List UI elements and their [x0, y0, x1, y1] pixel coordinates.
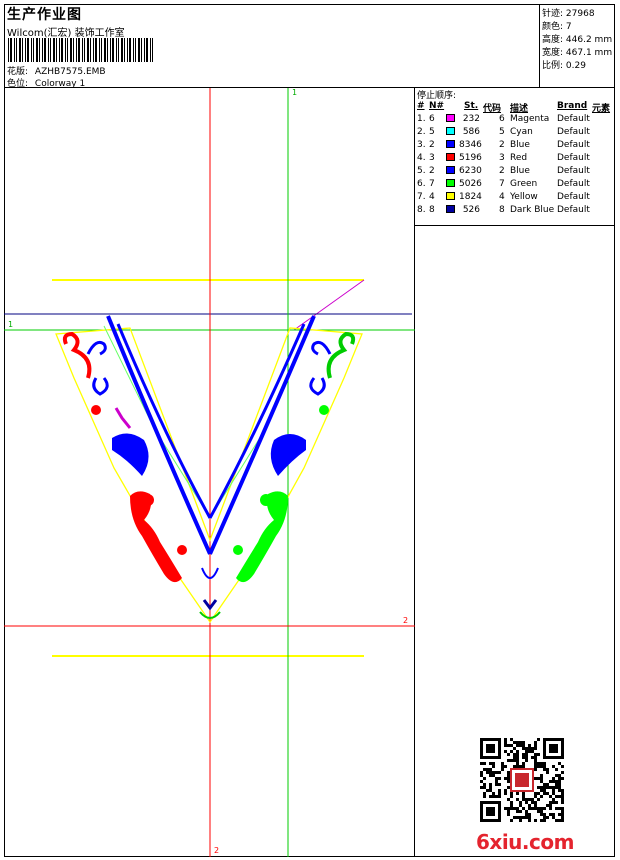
row-stitches: 5196: [459, 153, 482, 163]
color-swatch: [446, 153, 455, 161]
color-swatch: [446, 179, 455, 187]
row-n: 5: [429, 127, 435, 137]
spec-scale: 比例: 0.29: [542, 61, 586, 71]
row-stitches: 1824: [459, 192, 482, 202]
row-desc: Blue: [510, 140, 530, 150]
row-brand: Default: [557, 127, 590, 137]
guide-label-v1: 1: [292, 88, 298, 97]
table-row: 2. 5 586 5 Cyan Default: [415, 127, 615, 140]
spec-stitches: 针迹: 27968: [542, 9, 595, 19]
watermark-logo: 6xiu.com: [476, 830, 574, 854]
design-specs: 针迹: 27968 颜色: 7 高度: 446.2 mm 宽度: 467.1 m…: [540, 4, 615, 88]
col-brand: Brand: [557, 101, 588, 111]
row-brand: Default: [557, 114, 590, 124]
row-code: 7: [499, 179, 505, 189]
spec-colors: 颜色: 7: [542, 22, 572, 32]
spec-width: 宽度: 467.1 mm: [542, 48, 613, 58]
row-desc: Red: [510, 153, 528, 163]
spec-height: 高度: 446.2 mm: [542, 35, 613, 45]
row-desc: Cyan: [510, 127, 533, 137]
row-code: 2: [499, 140, 505, 150]
row-n: 2: [429, 140, 435, 150]
barcode: [8, 38, 153, 62]
row-desc: Green: [510, 179, 538, 189]
col-elements: 元素: [592, 104, 611, 114]
table-row: 6. 7 5026 7 Green Default: [415, 179, 615, 192]
col-num: #: [417, 101, 425, 111]
guide-label-h2: 2: [403, 616, 409, 625]
row-stitches: 6230: [459, 166, 482, 176]
row-n: 4: [429, 192, 435, 202]
row-code: 5: [499, 127, 505, 137]
row-n: 3: [429, 153, 435, 163]
row-stitches: 232: [462, 114, 480, 124]
row-stitches: 8346: [459, 140, 482, 150]
embroidery-preview: [4, 88, 415, 857]
row-num: 7.: [417, 192, 426, 202]
row-code: 6: [499, 114, 505, 124]
row-num: 6.: [417, 179, 426, 189]
qr-code: [480, 738, 564, 822]
color-swatch: [446, 166, 455, 174]
guide-label-v2: 2: [214, 846, 220, 855]
page-title: 生产作业图: [7, 7, 82, 23]
col-code: 代码: [483, 104, 502, 114]
row-num: 8.: [417, 205, 426, 215]
row-num: 5.: [417, 166, 426, 176]
row-n: 6: [429, 114, 435, 124]
guide-label-h1: 1: [8, 320, 14, 329]
row-code: 2: [499, 166, 505, 176]
row-num: 4.: [417, 153, 426, 163]
header-info: 生产作业图 Wilcom(汇宏) 装饰工作室 花版: AZHB7575.EMB …: [4, 4, 540, 89]
row-brand: Default: [557, 153, 590, 163]
company-name: Wilcom(汇宏) 装饰工作室: [7, 28, 125, 39]
col-desc: 描述: [510, 104, 529, 114]
row-num: 3.: [417, 140, 426, 150]
row-n: 2: [429, 166, 435, 176]
row-brand: Default: [557, 166, 590, 176]
row-brand: Default: [557, 179, 590, 189]
table-row: 1. 6 232 6 Magenta Default: [415, 114, 615, 127]
table-row: 4. 3 5196 3 Red Default: [415, 153, 615, 166]
table-row: 3. 2 8346 2 Blue Default: [415, 140, 615, 153]
row-brand: Default: [557, 192, 590, 202]
table-row: 8. 8 526 8 Dark Blue Default: [415, 205, 615, 218]
row-brand: Default: [557, 140, 590, 150]
row-brand: Default: [557, 205, 590, 215]
row-desc: Dark Blue: [510, 205, 555, 215]
row-desc: Yellow: [510, 192, 538, 202]
design-canvas[interactable]: 1 1 2 2: [4, 88, 415, 857]
table-row: 7. 4 1824 4 Yellow Default: [415, 192, 615, 205]
row-num: 1.: [417, 114, 426, 124]
col-n: N#: [429, 101, 445, 111]
table-row: 5. 2 6230 2 Blue Default: [415, 166, 615, 179]
color-swatch: [446, 127, 455, 135]
row-n: 7: [429, 179, 435, 189]
stop-sequence-panel: 停止顺序: # N# St. 代码 描述 Brand 元素 1. 6 232 6 Mag…: [415, 88, 615, 226]
row-desc: Blue: [510, 166, 530, 176]
row-stitches: 586: [462, 127, 480, 137]
row-stitches: 526: [462, 205, 480, 215]
row-stitches: 5026: [459, 179, 482, 189]
color-swatch: [446, 140, 455, 148]
seal-icon: [515, 773, 529, 787]
row-code: 8: [499, 205, 505, 215]
row-code: 4: [499, 192, 505, 202]
color-swatch: [446, 114, 455, 122]
panel-title: 停止顺序:: [417, 91, 457, 101]
color-swatch: [446, 205, 455, 213]
row-n: 8: [429, 205, 435, 215]
row-desc: Magenta: [510, 114, 550, 124]
row-code: 3: [499, 153, 505, 163]
row-num: 2.: [417, 127, 426, 137]
col-stitches: St.: [464, 101, 479, 111]
color-swatch: [446, 192, 455, 200]
